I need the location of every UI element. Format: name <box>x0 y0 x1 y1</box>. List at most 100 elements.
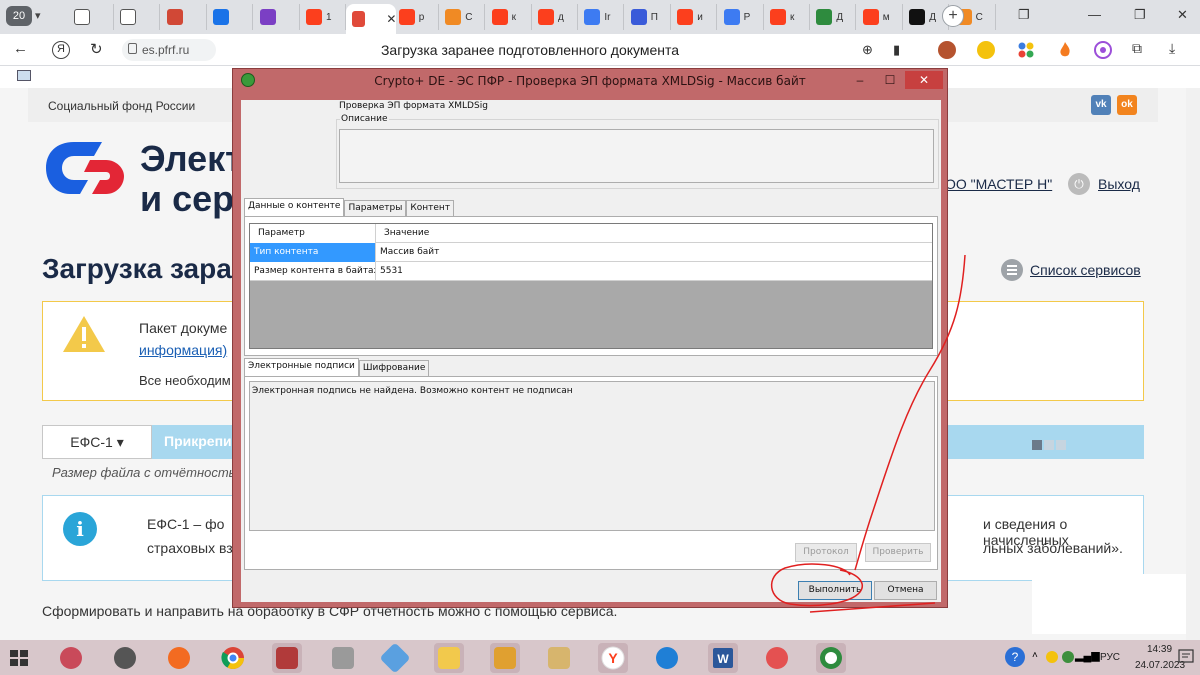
tray-app-icon[interactable] <box>1046 651 1058 663</box>
tab-title: и <box>697 11 703 23</box>
bookmark-icon[interactable]: ▮ <box>893 42 900 58</box>
content-grid[interactable]: Параметр Значение Тип контента Массив ба… <box>249 223 933 349</box>
right-panel <box>1032 574 1192 634</box>
notification-icon[interactable] <box>1176 647 1196 667</box>
pdf-tool-icon[interactable] <box>272 643 302 673</box>
grid-header-value[interactable]: Значение <box>376 224 932 243</box>
minimize-window-button[interactable]: — <box>1088 7 1101 22</box>
crypto-plus-icon[interactable] <box>816 643 846 673</box>
browser-tab[interactable]: м <box>857 4 903 30</box>
yandex-browser-icon[interactable]: Y <box>598 643 628 673</box>
yandex-icon[interactable]: Я <box>52 41 70 59</box>
dialog-minimize-button[interactable]: ‒ <box>845 71 875 89</box>
table-row[interactable]: Тип контента Массив байт <box>250 243 932 262</box>
back-arrow-icon[interactable]: ← <box>13 40 28 57</box>
edge-icon[interactable] <box>652 643 682 673</box>
download-icon[interactable]: ⤓ <box>1169 40 1175 57</box>
puzzle-icon[interactable]: ⧉ <box>1132 40 1142 57</box>
description-field[interactable] <box>339 129 934 183</box>
exit-link[interactable]: Выход <box>1098 176 1140 192</box>
diamond-app-icon[interactable] <box>379 642 411 674</box>
tab-content[interactable]: Контент <box>406 200 455 216</box>
grid-header-param[interactable]: Параметр <box>250 224 376 243</box>
verify-button[interactable]: Проверить <box>865 543 931 562</box>
browser-tab[interactable] <box>161 4 207 30</box>
tab-count-badge[interactable]: 20 <box>6 6 32 26</box>
browser-tab[interactable]: к <box>486 4 532 30</box>
browser-tab[interactable] <box>254 4 300 30</box>
file-explorer-icon[interactable] <box>434 643 464 673</box>
services-list-link[interactable]: Список сервисов <box>1030 262 1141 278</box>
dialog-maximize-button[interactable]: ☐ <box>875 71 905 89</box>
tray-sync-icon[interactable] <box>1062 651 1074 663</box>
tab-parameters[interactable]: Параметры <box>344 200 407 216</box>
cancel-button[interactable]: Отмена <box>874 581 937 600</box>
flame-extension-icon[interactable] <box>1056 41 1074 59</box>
browser-tab[interactable]: Р <box>718 4 764 30</box>
chrome-icon[interactable] <box>218 643 248 673</box>
yandex-icon <box>306 9 322 25</box>
url-field[interactable]: es.pfrf.ru <box>122 39 216 61</box>
ok-icon[interactable]: ok <box>1117 95 1137 115</box>
vk-icon[interactable]: vk <box>1091 95 1111 115</box>
new-tab-button[interactable]: + <box>942 5 964 27</box>
browser-tab[interactable] <box>207 4 254 30</box>
tab-manager-icon[interactable]: ❐ <box>1018 7 1030 23</box>
snipping-tool-icon[interactable] <box>56 643 86 673</box>
certificate-icon[interactable] <box>544 643 574 673</box>
svg-text:Y: Y <box>608 650 618 666</box>
execute-button[interactable]: Выполнить <box>798 581 872 600</box>
restore-window-button[interactable]: ❐ <box>1134 7 1146 23</box>
tab-content-data[interactable]: Данные о контенте <box>244 198 345 217</box>
browser-tab[interactable]: д <box>532 4 578 30</box>
browser-tab[interactable]: Д <box>810 4 857 30</box>
start-button[interactable] <box>4 643 34 673</box>
chevron-up-icon[interactable]: ˄ <box>1032 650 1038 661</box>
alice-icon[interactable] <box>1094 41 1112 59</box>
bookmark-folder-icon[interactable] <box>17 70 31 81</box>
warning-info-link[interactable]: информация) <box>139 342 227 358</box>
dialog-body: Проверка ЭП формата XMLDSig Описание Дан… <box>241 100 941 602</box>
browser-pro-icon[interactable] <box>110 643 140 673</box>
page-scrollbar[interactable] <box>1186 88 1200 640</box>
reload-icon[interactable]: ↻ <box>90 40 103 58</box>
protocol-button[interactable]: Протокол <box>795 543 857 562</box>
dots-extension-icon[interactable] <box>1017 41 1035 59</box>
browser-tab[interactable]: и <box>671 4 718 30</box>
tab-title: 1 <box>326 11 332 23</box>
help-icon[interactable]: ? <box>1005 647 1025 667</box>
sfr-logo[interactable] <box>44 138 126 198</box>
word-icon[interactable]: W <box>708 643 738 673</box>
exit-icon[interactable]: ⏻ <box>1068 173 1090 195</box>
tab-encryption[interactable]: Шифрование <box>358 360 430 376</box>
organization-link[interactable]: ОО "МАСТЕР Н" <box>945 176 1052 192</box>
chevron-down-icon[interactable]: ▾ <box>35 9 41 22</box>
form-type-dropdown[interactable]: ЕФС-1 ▾ <box>42 425 152 459</box>
pfr-app-icon[interactable] <box>762 643 792 673</box>
firefox-icon[interactable] <box>164 643 194 673</box>
dialog-close-button[interactable]: ✕ <box>905 71 943 89</box>
browser-tab[interactable]: 1 <box>300 4 346 30</box>
browser-tab[interactable]: р <box>393 4 439 30</box>
browser-tab[interactable]: Ir <box>578 4 625 30</box>
dialog-title-bar[interactable]: Crypto+ DE - ЭС ПФР - Проверка ЭП формат… <box>233 69 947 93</box>
browser-tab[interactable]: к <box>764 4 810 30</box>
tab-electronic-signatures[interactable]: Электронные подписи <box>244 358 359 377</box>
browser-tab[interactable]: ✕ <box>346 4 397 34</box>
translate-icon[interactable]: ⊕ <box>862 42 873 58</box>
network-icon[interactable]: ▂▄▆ <box>1075 649 1100 662</box>
scanner-icon[interactable] <box>328 643 358 673</box>
browser-tab[interactable]: П <box>625 4 671 30</box>
music-extension-icon[interactable] <box>977 41 995 59</box>
accounting-app-icon[interactable] <box>490 643 520 673</box>
avatar-extension-icon[interactable] <box>938 41 956 59</box>
list-icon[interactable] <box>1001 259 1023 281</box>
browser-tab[interactable]: С <box>439 4 486 30</box>
language-indicator[interactable]: РУС <box>1100 652 1120 663</box>
close-window-button[interactable]: ✕ <box>1177 7 1188 23</box>
document-icon <box>74 9 90 25</box>
browser-tab[interactable] <box>114 4 161 30</box>
clock-time[interactable]: 14:39 <box>1147 644 1172 655</box>
table-row[interactable]: Размер контента в байтах 5531 <box>250 262 932 281</box>
browser-tab[interactable] <box>68 4 114 30</box>
